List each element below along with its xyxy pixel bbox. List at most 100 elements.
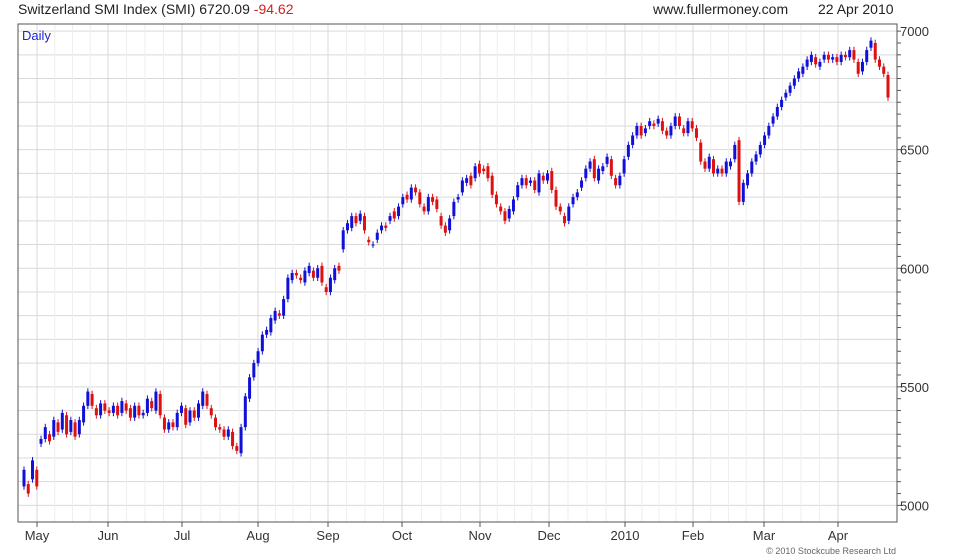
candle: [490, 172, 494, 199]
candle-body: [592, 159, 596, 179]
candle-body: [265, 329, 269, 335]
candle-body: [141, 412, 145, 416]
candle: [137, 402, 141, 419]
candle: [699, 139, 703, 165]
candle: [775, 103, 779, 120]
candle: [243, 392, 247, 431]
candle-body: [754, 154, 758, 162]
candle: [248, 374, 252, 403]
candle: [469, 172, 473, 189]
candle: [405, 191, 409, 203]
candle-body: [703, 161, 707, 169]
candle-body: [397, 206, 401, 217]
candle-body: [460, 180, 464, 193]
candle-body: [286, 277, 290, 300]
candle-body: [167, 422, 171, 430]
candle-body: [48, 434, 52, 442]
candle: [60, 409, 64, 433]
candle-body: [507, 208, 511, 219]
candle-body: [243, 396, 247, 428]
candle: [422, 203, 426, 215]
candle-body: [179, 405, 183, 413]
candle: [465, 174, 469, 187]
candle: [362, 212, 366, 234]
candle: [724, 158, 728, 177]
candle-body: [473, 166, 477, 179]
candle-body: [839, 54, 843, 62]
candle: [269, 314, 273, 336]
candle-body: [865, 50, 869, 62]
candle-body: [56, 422, 60, 432]
candle: [741, 179, 745, 206]
candle-body: [111, 405, 115, 413]
candle: [299, 274, 303, 284]
candle-body: [814, 57, 818, 65]
candle: [597, 165, 601, 184]
candle: [73, 419, 77, 440]
candle-body: [771, 116, 775, 124]
candle: [452, 198, 456, 220]
candle-body: [73, 422, 77, 437]
candle: [226, 426, 230, 440]
candle: [214, 414, 218, 431]
candle-body: [197, 403, 201, 418]
candle: [184, 404, 188, 429]
candle-body: [465, 178, 469, 183]
y-tick-label: 7000: [900, 24, 929, 39]
candle-body: [248, 377, 252, 399]
y-tick-label: 5500: [900, 380, 929, 395]
candle-body: [431, 197, 435, 202]
candle-body: [367, 239, 371, 243]
x-tick-label: May: [25, 528, 50, 543]
candle: [354, 212, 358, 227]
candle: [124, 400, 128, 414]
candle-body: [677, 116, 681, 126]
candle: [154, 388, 158, 414]
candle-body: [350, 216, 354, 228]
candle-body: [482, 168, 486, 172]
candle-body: [162, 417, 166, 430]
candle-body: [682, 128, 686, 134]
candle-body: [426, 197, 430, 212]
candle: [507, 205, 511, 222]
candle: [860, 58, 864, 75]
candle: [82, 402, 86, 426]
candle: [392, 208, 396, 222]
candle: [120, 397, 124, 417]
candle-body: [533, 180, 537, 190]
candle: [320, 262, 324, 286]
candle-body: [171, 422, 175, 428]
candle-body: [175, 412, 179, 428]
candle-body: [26, 484, 30, 494]
candle-body: [511, 199, 515, 212]
candle-body: [780, 99, 784, 107]
candle: [677, 113, 681, 130]
candle-body: [256, 351, 260, 364]
candle: [209, 404, 213, 419]
candle-body: [384, 225, 388, 228]
candle: [665, 127, 669, 139]
x-tick-label: Aug: [246, 528, 269, 543]
candle-body: [22, 469, 26, 487]
x-tick-label: Oct: [392, 528, 413, 543]
candle-body: [439, 216, 443, 226]
candle-body: [860, 61, 864, 72]
candle: [703, 158, 707, 172]
candle-body: [192, 410, 196, 418]
candle: [337, 262, 341, 274]
candle-body: [699, 142, 703, 162]
candle-body: [856, 61, 860, 74]
candle-body: [362, 216, 366, 231]
candle: [609, 155, 613, 180]
candle-body: [90, 393, 94, 406]
candle: [869, 37, 873, 52]
candle-body: [35, 469, 39, 487]
candle: [116, 402, 120, 419]
candle: [533, 177, 537, 194]
candle: [592, 155, 596, 182]
candle: [133, 402, 137, 421]
candle: [767, 122, 771, 139]
candle-body: [882, 66, 886, 74]
candle-body: [843, 54, 847, 58]
x-tick-label: Apr: [828, 528, 849, 543]
